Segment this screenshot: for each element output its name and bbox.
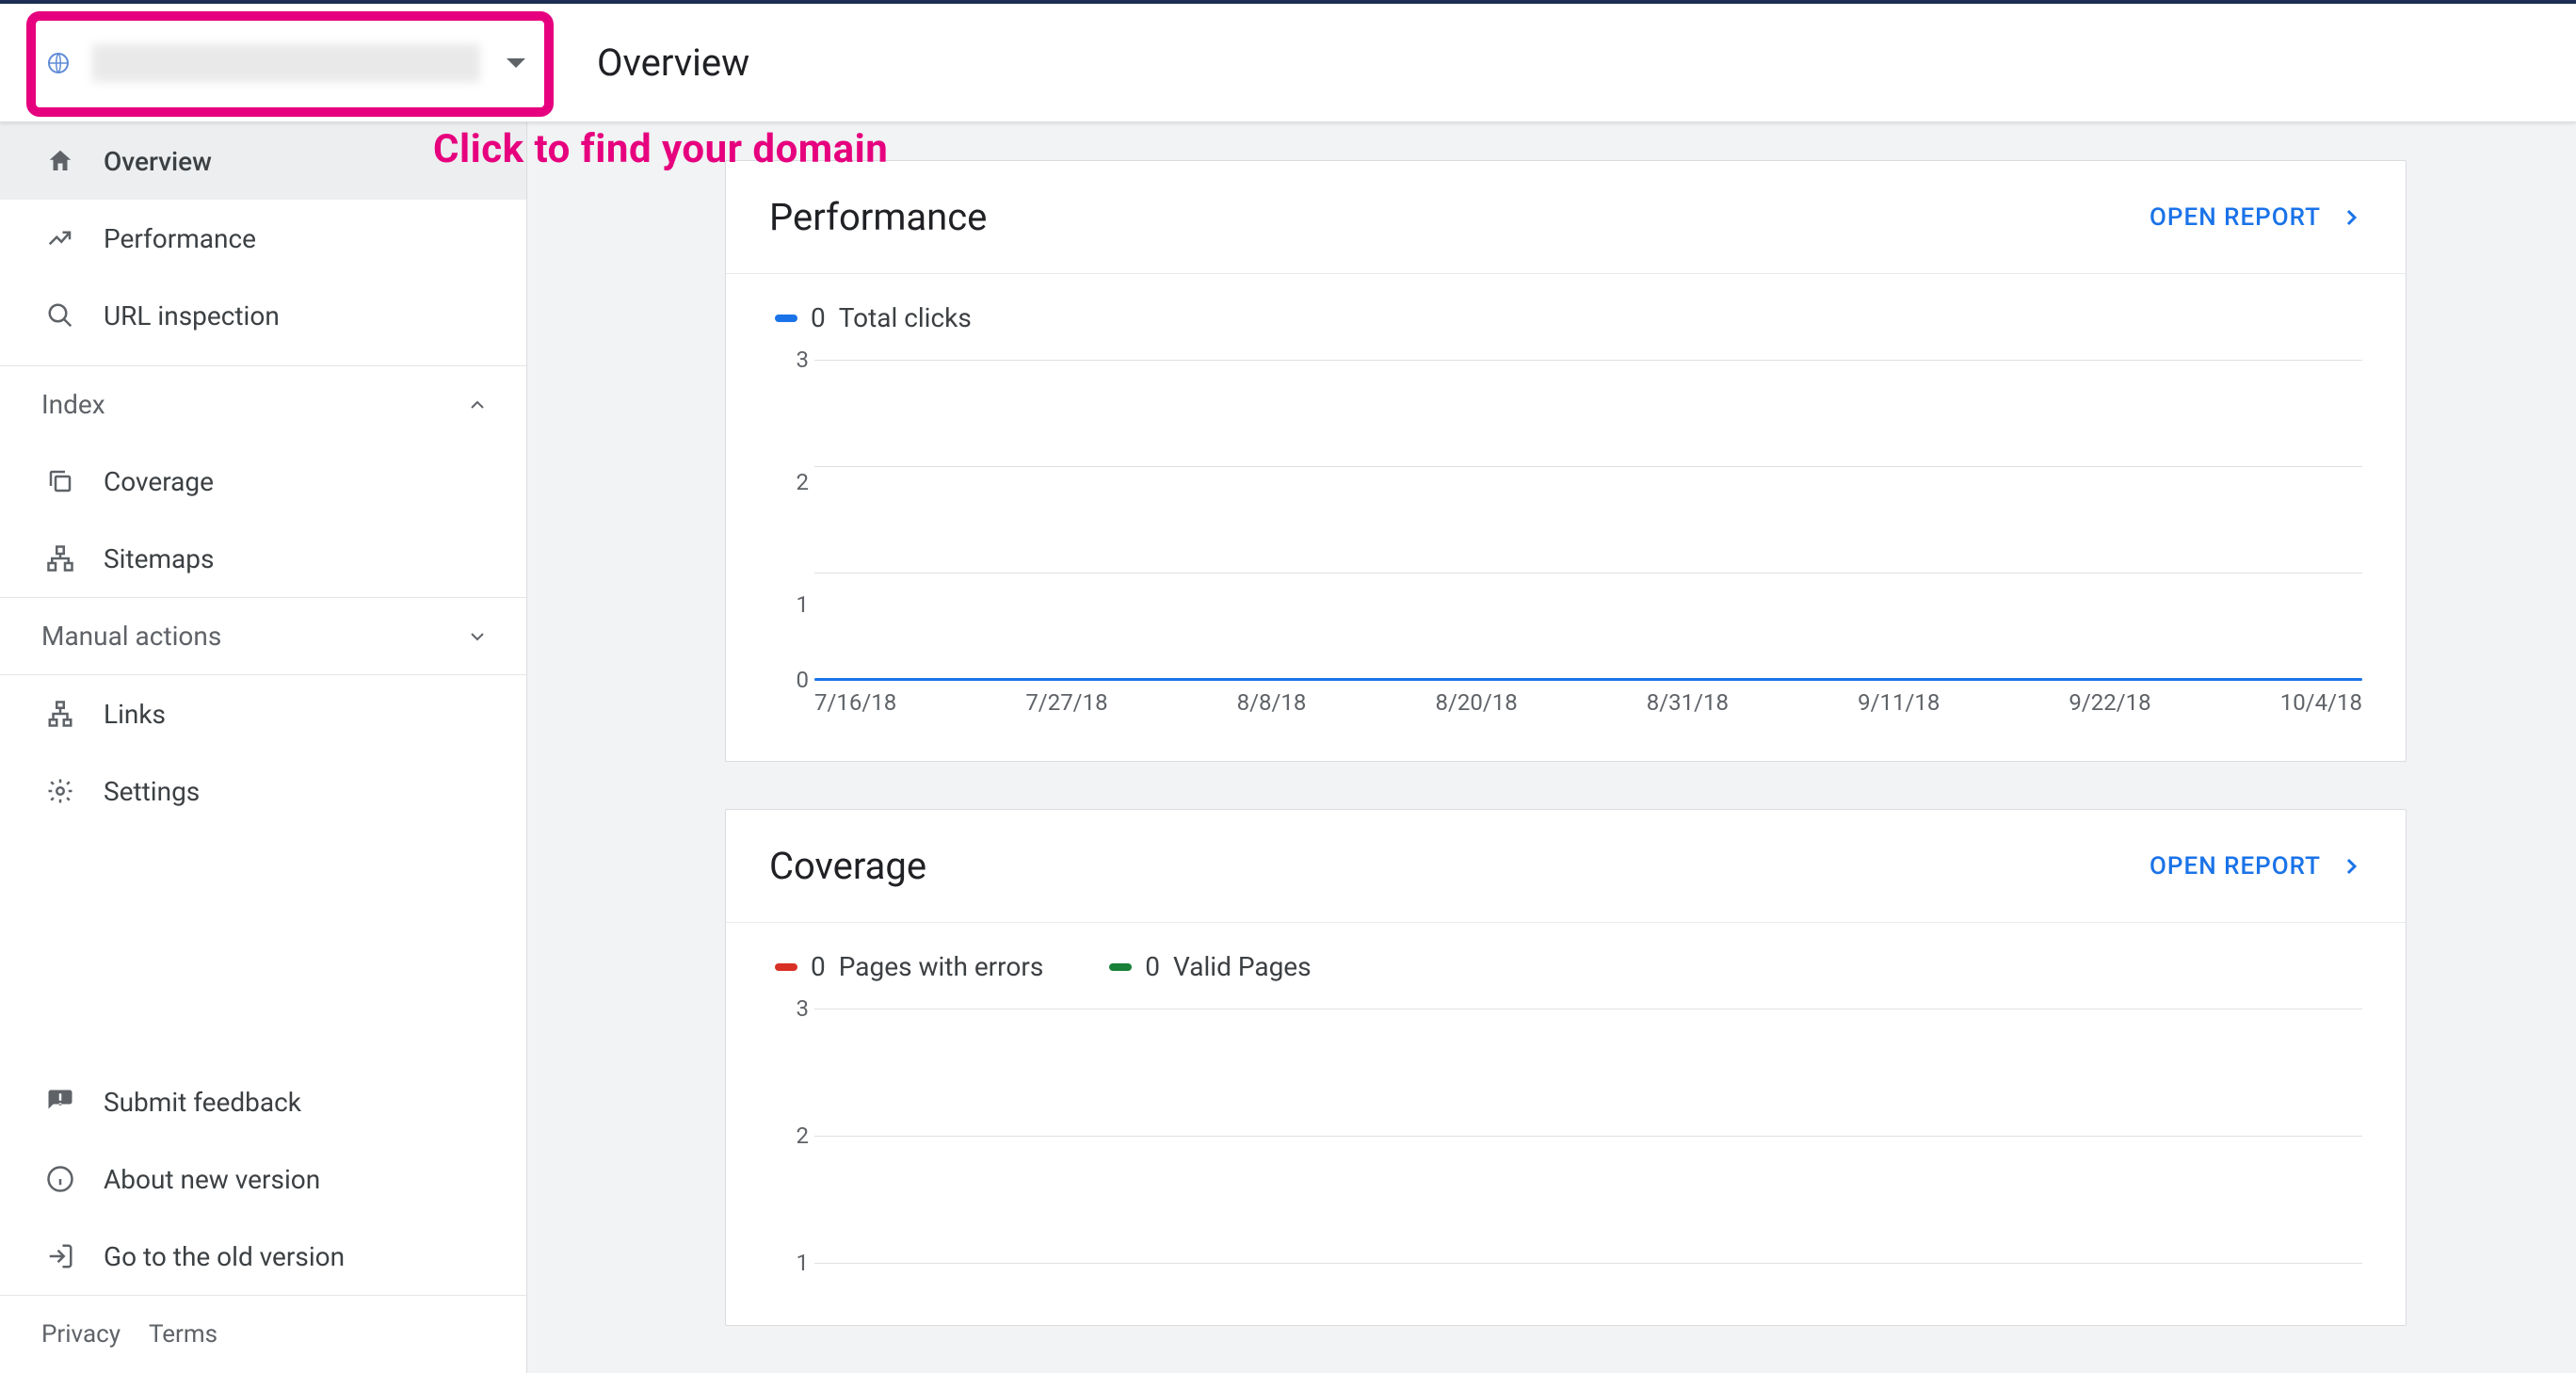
xtick: 7/27/18 [1025, 689, 1107, 727]
sidebar-item-label: Links [104, 699, 166, 730]
sidebar-item-settings[interactable]: Settings [0, 752, 526, 830]
sidebar: Overview Performance URL inspection Inde… [0, 122, 527, 1373]
chevron-up-icon [466, 394, 489, 416]
legend-item-errors: 0 Pages with errors [775, 951, 1043, 982]
legend-value: 0 [811, 302, 826, 333]
sidebar-item-label: Settings [104, 776, 200, 807]
xtick: 8/8/18 [1237, 689, 1307, 727]
ytick: 0 [775, 667, 809, 693]
sidebar-section-index[interactable]: Index [0, 365, 526, 443]
legend-value: 0 [811, 951, 826, 982]
chevron-down-icon [466, 625, 489, 648]
performance-card: Performance OPEN REPORT 0 Total clicks [725, 160, 2407, 762]
legend-item-valid: 0 Valid Pages [1109, 951, 1311, 982]
main-content: Performance OPEN REPORT 0 Total clicks [527, 122, 2576, 1373]
top-bar: Overview [0, 0, 2576, 122]
sidebar-item-label: Performance [104, 223, 256, 254]
legend-label: Valid Pages [1173, 951, 1312, 982]
chevron-right-icon [2340, 206, 2362, 229]
annotation-text: Click to find your domain [433, 126, 888, 172]
sidebar-item-performance[interactable]: Performance [0, 200, 526, 277]
legend-swatch-red [775, 963, 797, 971]
legend-item-total-clicks: 0 Total clicks [775, 302, 972, 333]
card-title: Coverage [769, 844, 926, 888]
sidebar-item-coverage[interactable]: Coverage [0, 443, 526, 520]
open-report-label: OPEN REPORT [2149, 203, 2321, 232]
home-icon [41, 147, 79, 175]
copy-icon [41, 467, 79, 495]
sidebar-footer: Privacy Terms [0, 1295, 526, 1373]
ytick: 3 [775, 995, 809, 1022]
sitemap-icon [41, 544, 79, 573]
sidebar-item-label: Submit feedback [104, 1087, 301, 1118]
legend-label: Pages with errors [839, 951, 1044, 982]
sidebar-item-label: URL inspection [104, 300, 280, 331]
sidebar-section-label: Index [41, 389, 105, 420]
series-line-total-clicks [814, 678, 2362, 681]
feedback-icon [41, 1088, 79, 1116]
sidebar-item-sitemaps[interactable]: Sitemaps [0, 520, 526, 597]
legend-value: 0 [1145, 951, 1160, 982]
privacy-link[interactable]: Privacy [41, 1320, 121, 1349]
coverage-card: Coverage OPEN REPORT 0 Pages with errors [725, 809, 2407, 1326]
sidebar-item-go-to-old-version[interactable]: Go to the old version [0, 1218, 526, 1295]
xtick: 7/16/18 [814, 689, 896, 727]
sidebar-item-links[interactable]: Links [0, 675, 526, 752]
card-title: Performance [769, 195, 987, 239]
performance-chart: 3 2 1 0 7/16/18 7/27/18 8 [775, 360, 2362, 727]
open-report-button[interactable]: OPEN REPORT [2149, 203, 2362, 232]
legend-swatch-blue [775, 315, 797, 322]
xtick: 9/11/18 [1858, 689, 1940, 727]
legend-label: Total clicks [839, 302, 972, 333]
terms-link[interactable]: Terms [149, 1320, 217, 1349]
sidebar-section-label: Manual actions [41, 621, 221, 652]
chart-legend: 0 Pages with errors 0 Valid Pages [769, 951, 2362, 982]
legend-swatch-green [1109, 963, 1132, 971]
ytick: 1 [775, 1250, 809, 1276]
coverage-chart: 3 2 1 [775, 1009, 2362, 1291]
trending-icon [41, 224, 79, 252]
open-report-button[interactable]: OPEN REPORT [2149, 852, 2362, 880]
property-selector-dropdown[interactable] [26, 11, 554, 115]
chart-legend: 0 Total clicks [769, 302, 2362, 333]
info-icon [41, 1165, 79, 1193]
ytick: 2 [775, 1123, 809, 1149]
search-icon [41, 301, 79, 330]
open-report-label: OPEN REPORT [2149, 852, 2321, 880]
sidebar-item-about-new-version[interactable]: About new version [0, 1140, 526, 1218]
gear-icon [41, 777, 79, 805]
page-title: Overview [597, 40, 749, 85]
sidebar-item-label: About new version [104, 1164, 320, 1195]
xtick: 9/22/18 [2069, 689, 2150, 727]
ytick: 2 [775, 469, 809, 495]
caret-down-icon [507, 58, 525, 68]
xtick: 8/20/18 [1435, 689, 1517, 727]
exit-icon [41, 1242, 79, 1270]
sidebar-item-label: Go to the old version [104, 1241, 345, 1272]
links-icon [41, 700, 79, 728]
property-name-redacted [92, 44, 480, 82]
sidebar-item-label: Overview [104, 146, 212, 177]
ytick: 1 [775, 591, 809, 618]
sidebar-item-submit-feedback[interactable]: Submit feedback [0, 1063, 526, 1140]
chevron-right-icon [2340, 855, 2362, 878]
sidebar-item-label: Sitemaps [104, 543, 214, 574]
globe-icon [45, 50, 72, 76]
xtick: 8/31/18 [1647, 689, 1729, 727]
sidebar-item-url-inspection[interactable]: URL inspection [0, 277, 526, 354]
ytick: 3 [775, 347, 809, 373]
xtick: 10/4/18 [2280, 689, 2362, 727]
x-axis: 7/16/18 7/27/18 8/8/18 8/20/18 8/31/18 9… [814, 689, 2362, 727]
sidebar-item-label: Coverage [104, 466, 214, 497]
sidebar-section-manual-actions[interactable]: Manual actions [0, 597, 526, 674]
